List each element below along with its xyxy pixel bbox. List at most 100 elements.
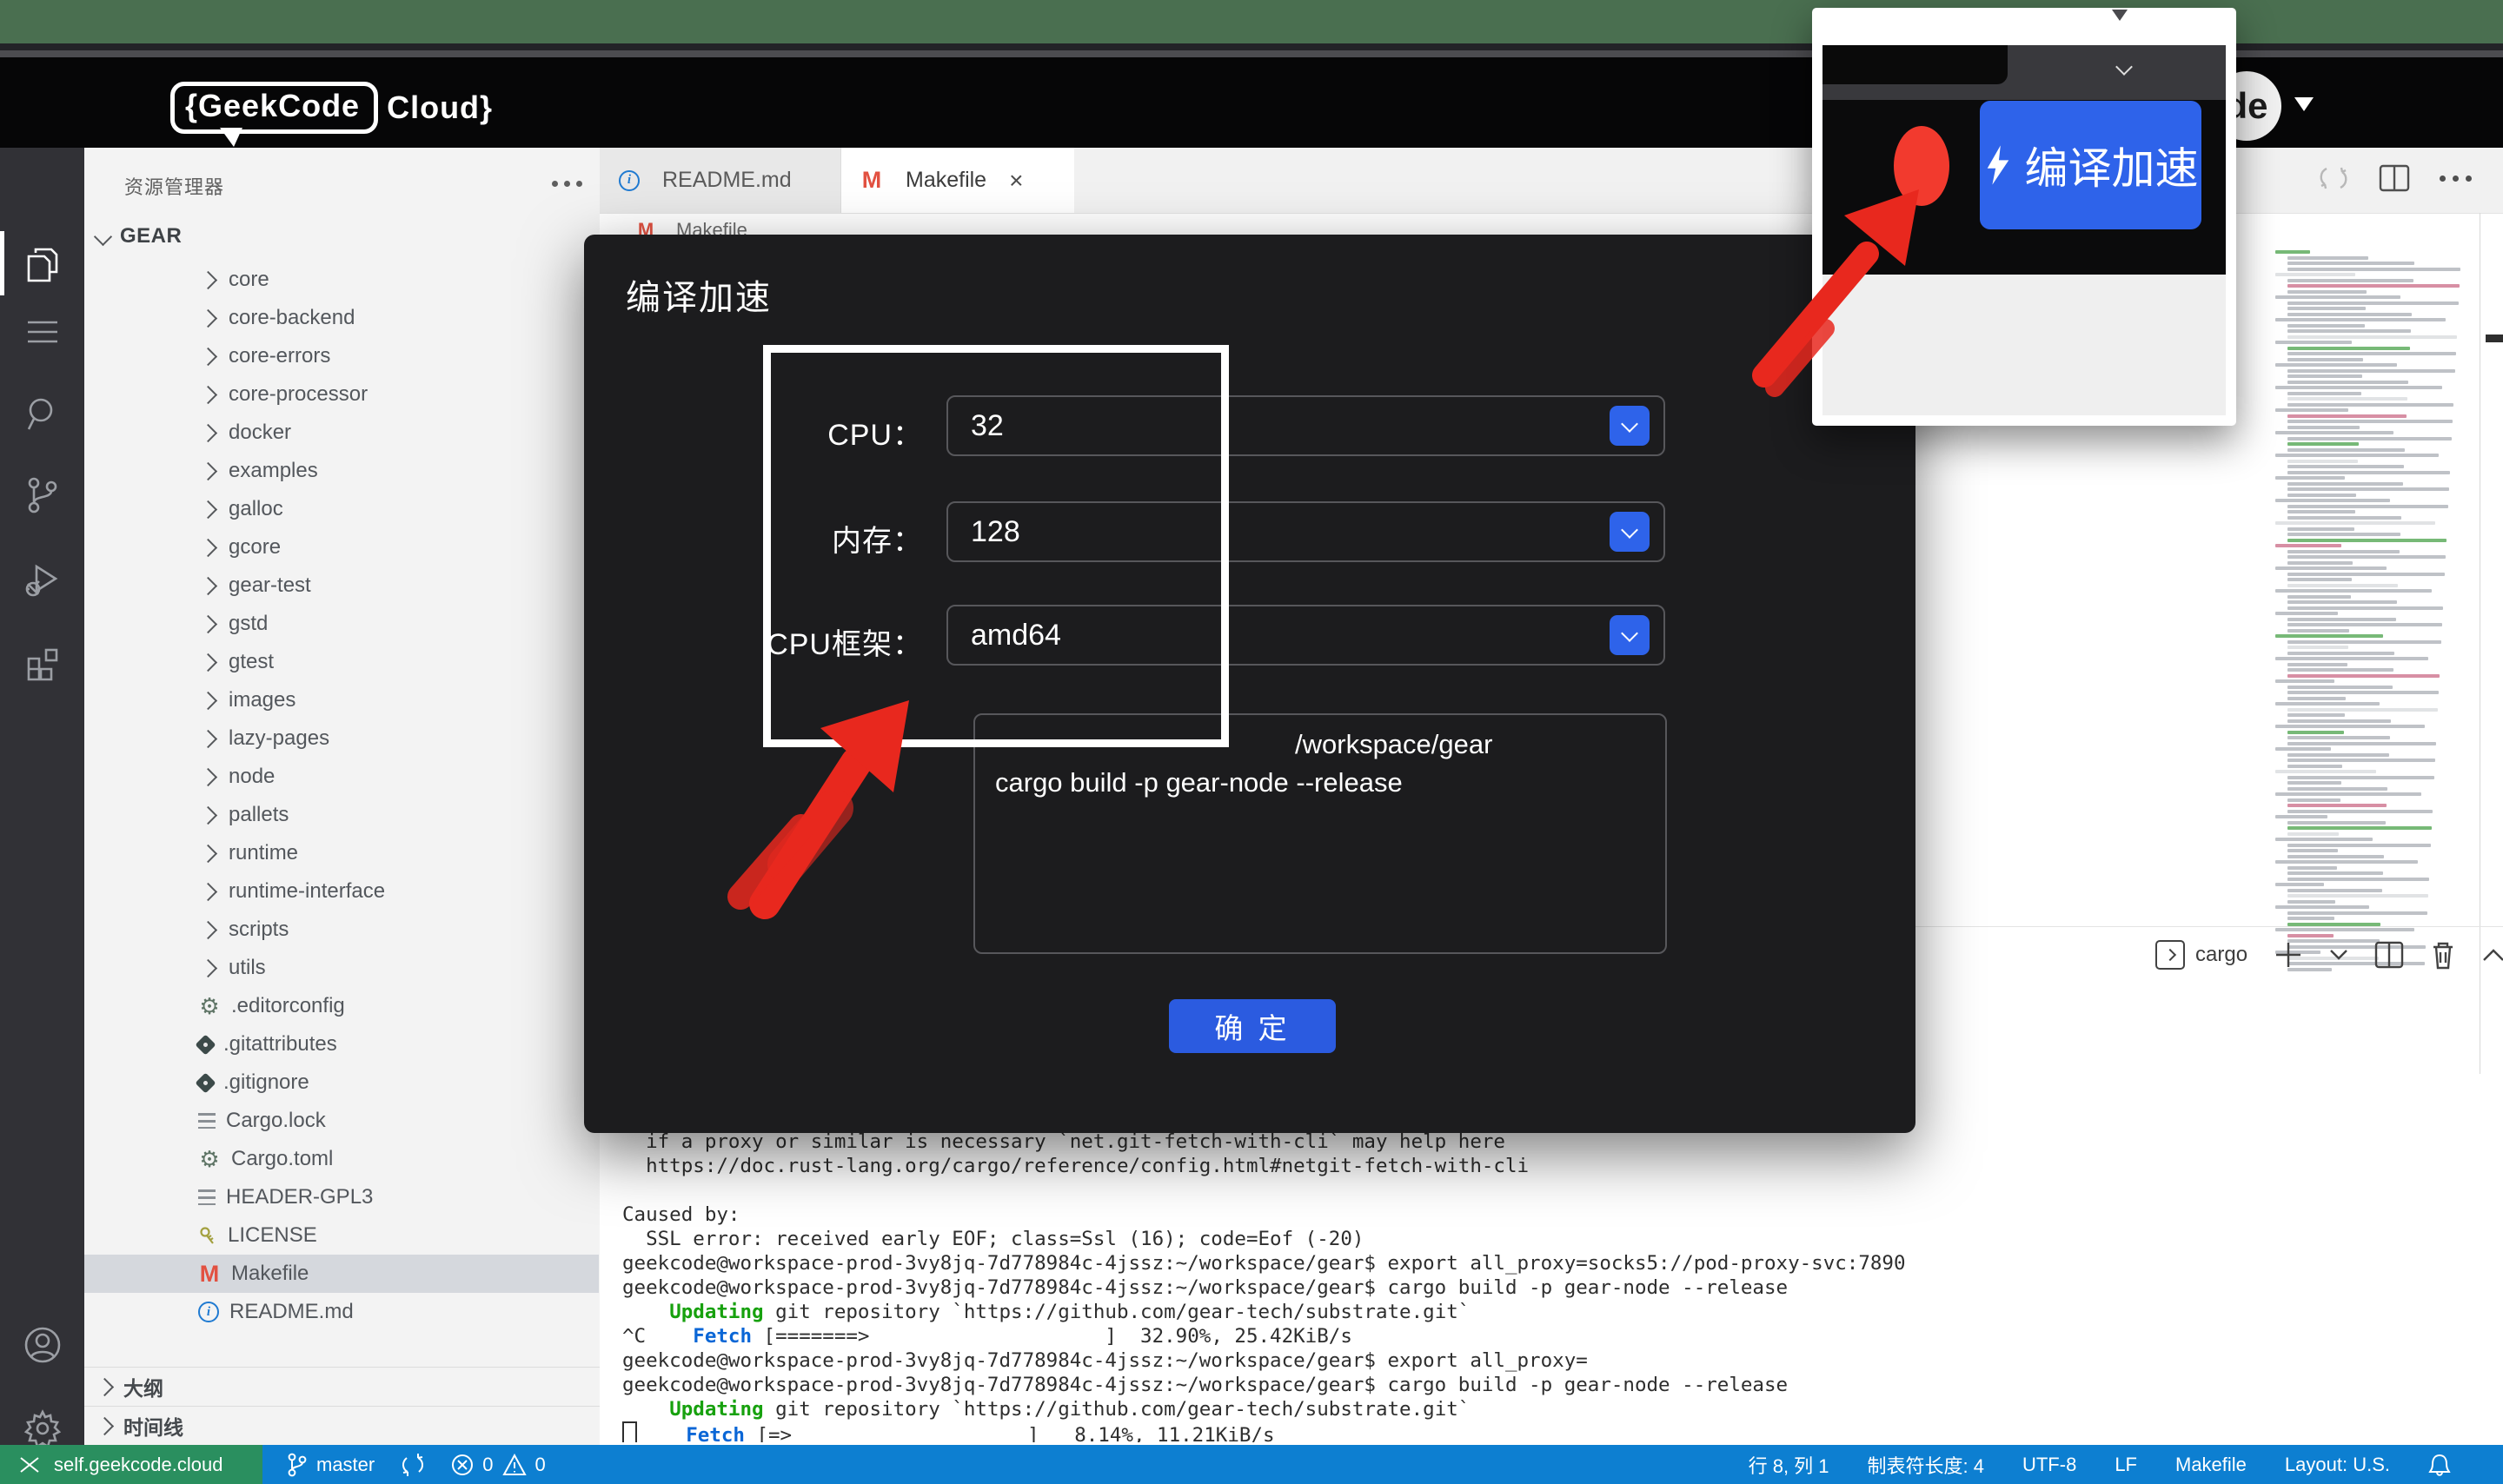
tree-file-.gitignore[interactable]: .gitignore xyxy=(84,1063,599,1102)
error-icon xyxy=(451,1454,474,1476)
tree-folder-lazy-pages[interactable]: lazy-pages xyxy=(84,719,599,758)
chevron-right-icon xyxy=(199,538,217,556)
sync-editors-icon[interactable] xyxy=(2318,163,2349,193)
memory-dropdown-icon[interactable] xyxy=(1610,512,1650,552)
split-editor-icon[interactable] xyxy=(2379,164,2410,192)
logo-suffix: Cloud} xyxy=(387,89,493,126)
tree-folder-gear-test[interactable]: gear-test xyxy=(84,566,599,605)
scrollbar-thumb[interactable] xyxy=(2486,335,2503,342)
explorer-title: 资源管理器 xyxy=(124,172,224,200)
terminal-line: geekcode@workspace-prod-3vy8jq-7d778984c… xyxy=(622,1373,2500,1397)
warning-icon xyxy=(502,1454,527,1476)
terminal-output[interactable]: if a proxy or similar is necessary `net.… xyxy=(622,1130,2500,1442)
ok-button[interactable]: 确 定 xyxy=(1169,999,1336,1053)
tree-folder-scripts[interactable]: scripts xyxy=(84,911,599,949)
chevron-right-icon xyxy=(199,958,217,977)
kill-terminal-icon[interactable] xyxy=(2430,940,2456,970)
terminal-line xyxy=(622,1178,2500,1202)
extensions-icon[interactable] xyxy=(0,631,84,697)
terminal-shell-selector[interactable]: cargo xyxy=(2155,940,2247,970)
tree-file-.editorconfig[interactable]: ⚙.editorconfig xyxy=(84,987,599,1025)
tree-folder-examples[interactable]: examples xyxy=(84,452,599,490)
tree-folder-runtime[interactable]: runtime xyxy=(84,834,599,872)
tree-root-gear[interactable]: GEAR xyxy=(96,219,182,254)
close-icon[interactable]: × xyxy=(1009,169,1023,193)
tab-makefile[interactable]: M Makefile × xyxy=(841,148,1074,213)
tree-folder-core-processor[interactable]: core-processor xyxy=(84,375,599,414)
chevron-right-icon xyxy=(96,1416,114,1434)
status-bar: self.geekcode.cloud master 0 0 行 8, 列 1 制… xyxy=(0,1445,2503,1484)
explorer-icon[interactable] xyxy=(0,231,84,297)
tab-readme[interactable]: i README.md xyxy=(600,148,841,213)
tree-file-.gitattributes[interactable]: .gitattributes xyxy=(84,1025,599,1063)
gear-icon: ⚙ xyxy=(198,995,221,1017)
tree-folder-gstd[interactable]: gstd xyxy=(84,605,599,643)
status-item-4[interactable]: Makefile xyxy=(2175,1454,2247,1476)
chevron-right-icon xyxy=(199,614,217,633)
chevron-right-icon xyxy=(199,461,217,480)
tree-folder-gtest[interactable]: gtest xyxy=(84,643,599,681)
new-terminal-icon[interactable] xyxy=(2274,940,2303,970)
problems-indicator[interactable]: 0 0 xyxy=(451,1454,546,1476)
lines-icon xyxy=(198,1113,216,1129)
tree-folder-core-errors[interactable]: core-errors xyxy=(84,337,599,375)
info-icon: i xyxy=(619,170,640,191)
compile-accelerate-button[interactable]: 编译加速 xyxy=(1980,101,2201,229)
chevron-right-icon xyxy=(199,385,217,403)
chevron-right-icon xyxy=(199,308,217,327)
editor-more-actions-icon[interactable] xyxy=(2440,176,2472,182)
tree-file-HEADER-GPL3[interactable]: HEADER-GPL3 xyxy=(84,1178,599,1216)
zoom-callout-card: 编译加速 xyxy=(1812,8,2236,426)
outline-section[interactable]: 大纲 xyxy=(84,1367,600,1406)
chevron-right-icon xyxy=(199,653,217,671)
remote-indicator[interactable]: self.geekcode.cloud xyxy=(0,1445,262,1484)
maximize-panel-icon[interactable] xyxy=(2482,948,2503,962)
explorer-more-actions-icon[interactable] xyxy=(552,181,582,187)
sync-indicator[interactable] xyxy=(401,1453,425,1477)
chevron-right-icon xyxy=(199,691,217,709)
dialog-title: 编译加速 xyxy=(626,269,772,320)
tree-folder-runtime-interface[interactable]: runtime-interface xyxy=(84,872,599,911)
terminal-line: Fetch [=> ] 8.14%, 11.21KiB/s xyxy=(622,1421,2500,1442)
status-item-5[interactable]: Layout: U.S. xyxy=(2285,1454,2390,1476)
mini-tab-notch xyxy=(1822,45,2008,84)
cpu-dropdown-icon[interactable] xyxy=(1610,406,1650,446)
tree-file-Cargo.toml[interactable]: ⚙Cargo.toml xyxy=(84,1140,599,1178)
timeline-section[interactable]: 时间线 xyxy=(84,1406,600,1445)
notifications-bell-icon[interactable] xyxy=(2428,1453,2451,1477)
tree-folder-utils[interactable]: utils xyxy=(84,949,599,987)
tree-folder-pallets[interactable]: pallets xyxy=(84,796,599,834)
tree-file-Cargo.lock[interactable]: Cargo.lock xyxy=(84,1102,599,1140)
tree-folder-docker[interactable]: docker xyxy=(84,414,599,452)
mini-chevron-icon xyxy=(2115,58,2133,76)
logo-text: {GeekCode xyxy=(185,88,360,123)
tree-folder-images[interactable]: images xyxy=(84,681,599,719)
build-command-textarea[interactable]: /workspace/gear cargo build -p gear-node… xyxy=(973,713,1667,954)
makefile-icon: M xyxy=(860,169,883,192)
avatar-dropdown-caret[interactable] xyxy=(2294,97,2314,111)
run-debug-icon[interactable] xyxy=(0,547,84,613)
status-item-2[interactable]: UTF-8 xyxy=(2022,1454,2076,1476)
tree-folder-core-backend[interactable]: core-backend xyxy=(84,299,599,337)
terminal-line: ^C Fetch [=======> ] 32.90%, 25.42KiB/s xyxy=(622,1324,2500,1348)
status-item-1[interactable]: 制表符长度: 4 xyxy=(1868,1451,1984,1479)
terminal-dropdown-icon[interactable] xyxy=(2329,948,2348,962)
tree-folder-node[interactable]: node xyxy=(84,758,599,796)
tree-folder-gcore[interactable]: gcore xyxy=(84,528,599,566)
tree-file-README.md[interactable]: iREADME.md xyxy=(84,1293,599,1331)
tree-folder-galloc[interactable]: galloc xyxy=(84,490,599,528)
tree-file-Makefile[interactable]: MMakefile xyxy=(84,1255,599,1293)
terminal-line: Updating git repository `https://github.… xyxy=(622,1397,2500,1421)
account-icon[interactable] xyxy=(0,1312,84,1378)
chevron-right-icon xyxy=(96,1377,114,1395)
menu-icon[interactable] xyxy=(0,299,84,365)
cpu-arch-dropdown-icon[interactable] xyxy=(1610,615,1650,655)
tree-folder-core[interactable]: core xyxy=(84,261,599,299)
search-icon[interactable] xyxy=(0,381,84,447)
status-item-0[interactable]: 行 8, 列 1 xyxy=(1749,1451,1829,1479)
status-item-3[interactable]: LF xyxy=(2115,1454,2137,1476)
split-terminal-icon[interactable] xyxy=(2374,941,2404,969)
tree-file-LICENSE[interactable]: LICENSE xyxy=(84,1216,599,1255)
source-control-icon[interactable] xyxy=(0,462,84,528)
git-branch-indicator[interactable]: master xyxy=(287,1453,375,1477)
